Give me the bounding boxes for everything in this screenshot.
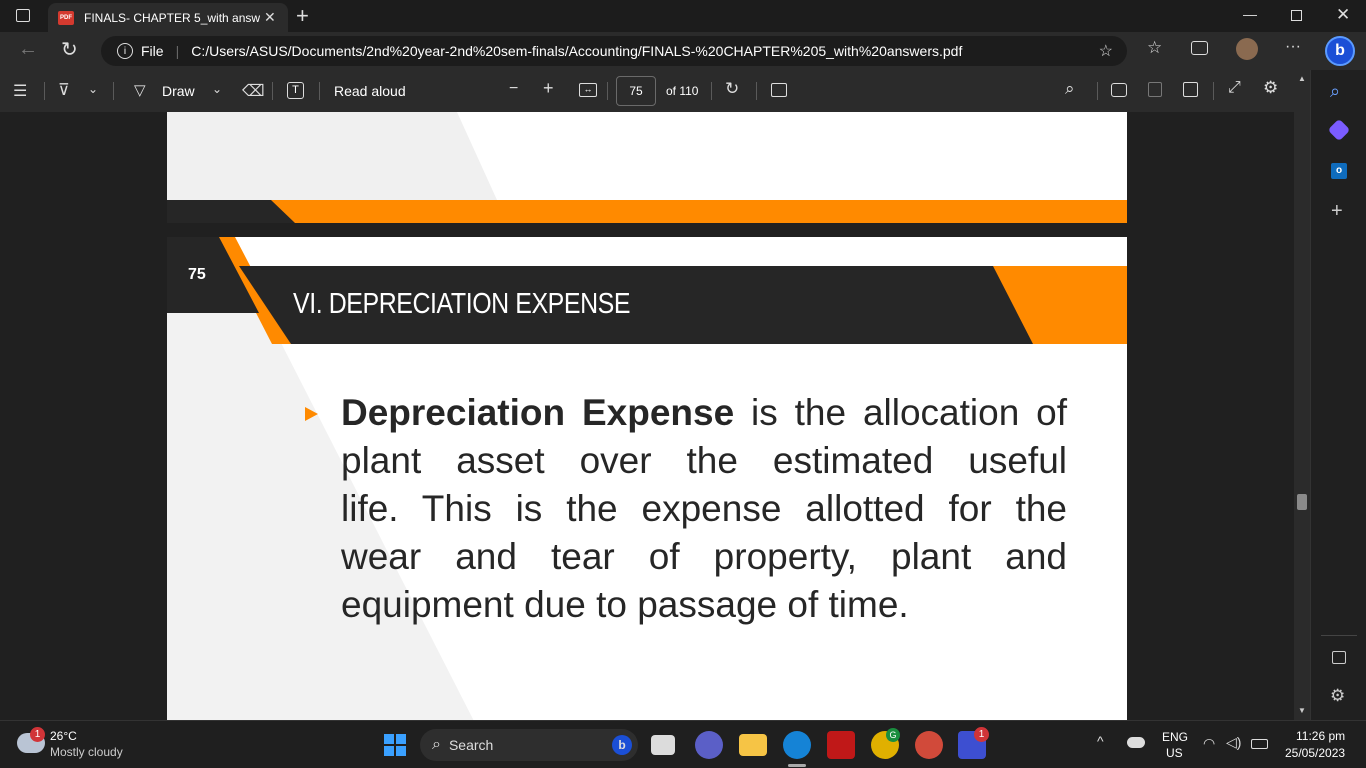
scroll-up-icon[interactable]: ▲ [1298, 74, 1306, 83]
fullscreen-icon[interactable]: ⤢ [1228, 79, 1241, 97]
draw-icon[interactable]: ▽ [134, 81, 146, 99]
page-view-icon[interactable] [771, 83, 787, 97]
mcafee-icon[interactable] [827, 731, 855, 759]
slide-body: Depreciation Expense is the allocation o… [341, 389, 1067, 629]
title-bar: PDF FINALS- CHAPTER 5_with answer ✕ + — … [0, 0, 1366, 32]
slide-page-number: 75 [188, 266, 206, 283]
weather-temp[interactable]: 26°C [50, 729, 77, 743]
search-icon: ⌕ [432, 736, 441, 753]
url-scheme-label: File [141, 43, 164, 59]
chrome-profile-badge: G [886, 728, 900, 742]
sidebar-toggle-icon[interactable] [1332, 651, 1346, 664]
collections-icon[interactable] [1191, 41, 1208, 55]
more-options-icon[interactable]: ··· [1285, 38, 1301, 56]
tab-active[interactable]: PDF FINALS- CHAPTER 5_with answer ✕ [48, 3, 288, 32]
language-indicator[interactable]: ENG [1162, 730, 1188, 744]
copilot-icon[interactable] [1327, 118, 1351, 142]
body-line: plant asset over the estimated useful [341, 440, 1067, 481]
weather-desc[interactable]: Mostly cloudy [50, 745, 123, 759]
zoom-in-icon[interactable]: + [543, 78, 554, 99]
print-icon[interactable] [1111, 83, 1127, 97]
profile-avatar[interactable] [1236, 38, 1258, 60]
chevron-down-icon[interactable]: ⌄ [212, 82, 222, 96]
wifi-icon[interactable]: ◠ [1203, 735, 1215, 752]
edge-sidebar: ⌕ o + ⚙ [1310, 70, 1366, 720]
fit-width-icon[interactable]: ↔ [579, 83, 597, 97]
read-aloud-button[interactable]: Read aloud [334, 83, 406, 99]
volume-icon[interactable]: ◁) [1226, 734, 1241, 751]
start-icon[interactable] [384, 734, 406, 756]
minimize-icon[interactable]: — [1243, 6, 1257, 22]
erase-icon[interactable]: ⌫ [242, 81, 265, 101]
info-icon[interactable]: i [117, 43, 133, 59]
taskbar-search[interactable]: ⌕ Search b [420, 729, 638, 761]
search-icon[interactable]: ⌕ [1065, 79, 1075, 99]
onedrive-icon[interactable] [1127, 737, 1145, 748]
outlook-icon[interactable]: o [1331, 163, 1347, 179]
highlight-icon[interactable]: ⊽ [58, 80, 70, 100]
save-icon[interactable] [1148, 82, 1162, 97]
file-explorer-icon[interactable] [739, 734, 767, 756]
taskbar: 1 26°C Mostly cloudy ⌕ Search b G 1 ^ EN… [0, 720, 1366, 768]
clock-date[interactable]: 25/05/2023 [1285, 746, 1345, 760]
divider [1321, 635, 1357, 636]
previous-page [167, 112, 1127, 223]
tab-title: FINALS- CHAPTER 5_with answer [84, 10, 260, 25]
body-line: life. This is the expense allotted for t… [341, 488, 1067, 529]
add-icon[interactable]: + [1331, 200, 1343, 223]
task-view-icon[interactable] [651, 735, 675, 755]
address-bar-row: ← ↻ i File | C:/Users/ASUS/Documents/2nd… [0, 32, 1366, 70]
active-indicator [788, 764, 806, 767]
pdf-page: 75 VI. DEPRECIATION EXPENSE Depreciation… [167, 237, 1127, 720]
body-line: is the allocation of [734, 392, 1067, 433]
contents-icon[interactable]: ☰ [13, 81, 27, 101]
restore-icon[interactable] [1291, 10, 1302, 21]
page-number-input[interactable]: 75 [616, 76, 656, 106]
battery-icon[interactable] [1251, 739, 1268, 749]
bing-icon: b [612, 735, 632, 755]
pdf-viewer[interactable]: 75 VI. DEPRECIATION EXPENSE Depreciation… [0, 112, 1310, 720]
save-as-icon[interactable] [1183, 82, 1198, 97]
close-window-icon[interactable]: ✕ [1336, 5, 1350, 25]
clock-time[interactable]: 11:26 pm [1296, 729, 1345, 743]
scroll-thumb[interactable] [1297, 494, 1307, 510]
teams-chat-icon[interactable] [695, 731, 723, 759]
weather-badge: 1 [30, 727, 45, 742]
pdf-file-icon: PDF [58, 10, 74, 25]
scrollbar[interactable]: ▲ ▼ [1294, 70, 1310, 720]
edge-icon[interactable] [783, 731, 811, 759]
slide-heading: VI. DEPRECIATION EXPENSE [293, 288, 631, 320]
back-icon[interactable]: ← [18, 38, 38, 61]
chrome-icon[interactable] [915, 731, 943, 759]
text-icon[interactable]: T [287, 82, 304, 99]
body-line: wear and tear of property, plant and [341, 536, 1067, 577]
tab-actions-icon[interactable] [16, 9, 30, 22]
previous-page-decoration [167, 112, 1127, 223]
app-badge: 1 [974, 727, 989, 742]
bold-term: Depreciation Expense [341, 392, 735, 433]
chevron-up-icon[interactable]: ^ [1097, 733, 1104, 749]
language-region[interactable]: US [1166, 746, 1183, 760]
refresh-icon[interactable]: ↻ [61, 37, 78, 62]
bing-chat-icon[interactable]: b [1325, 36, 1355, 66]
add-favorite-icon[interactable]: ☆ [1099, 41, 1113, 61]
settings-icon[interactable]: ⚙ [1263, 78, 1278, 98]
tab-close-icon[interactable]: ✕ [264, 9, 276, 26]
address-bar[interactable]: i File | C:/Users/ASUS/Documents/2nd%20y… [101, 36, 1127, 66]
settings-icon[interactable]: ⚙ [1330, 686, 1345, 706]
page-total: of 110 [666, 84, 699, 98]
body-line: equipment due to passage of time. [341, 584, 909, 625]
search-placeholder: Search [448, 737, 494, 753]
zoom-out-icon[interactable]: − [509, 80, 518, 98]
favorites-icon[interactable]: ☆ [1147, 38, 1162, 58]
chevron-down-icon[interactable]: ⌄ [88, 82, 98, 96]
draw-button[interactable]: Draw [162, 83, 195, 99]
new-tab-icon[interactable]: + [296, 3, 309, 29]
scroll-down-icon[interactable]: ▼ [1298, 706, 1306, 715]
url-text[interactable]: C:/Users/ASUS/Documents/2nd%20year-2nd%2… [191, 43, 962, 59]
search-icon[interactable]: ⌕ [1330, 81, 1340, 102]
pdf-toolbar: ☰ ⊽ ⌄ ▽ Draw ⌄ ⌫ T Read aloud − + ↔ 75 o… [0, 70, 1310, 112]
rotate-icon[interactable]: ↻ [725, 79, 739, 99]
